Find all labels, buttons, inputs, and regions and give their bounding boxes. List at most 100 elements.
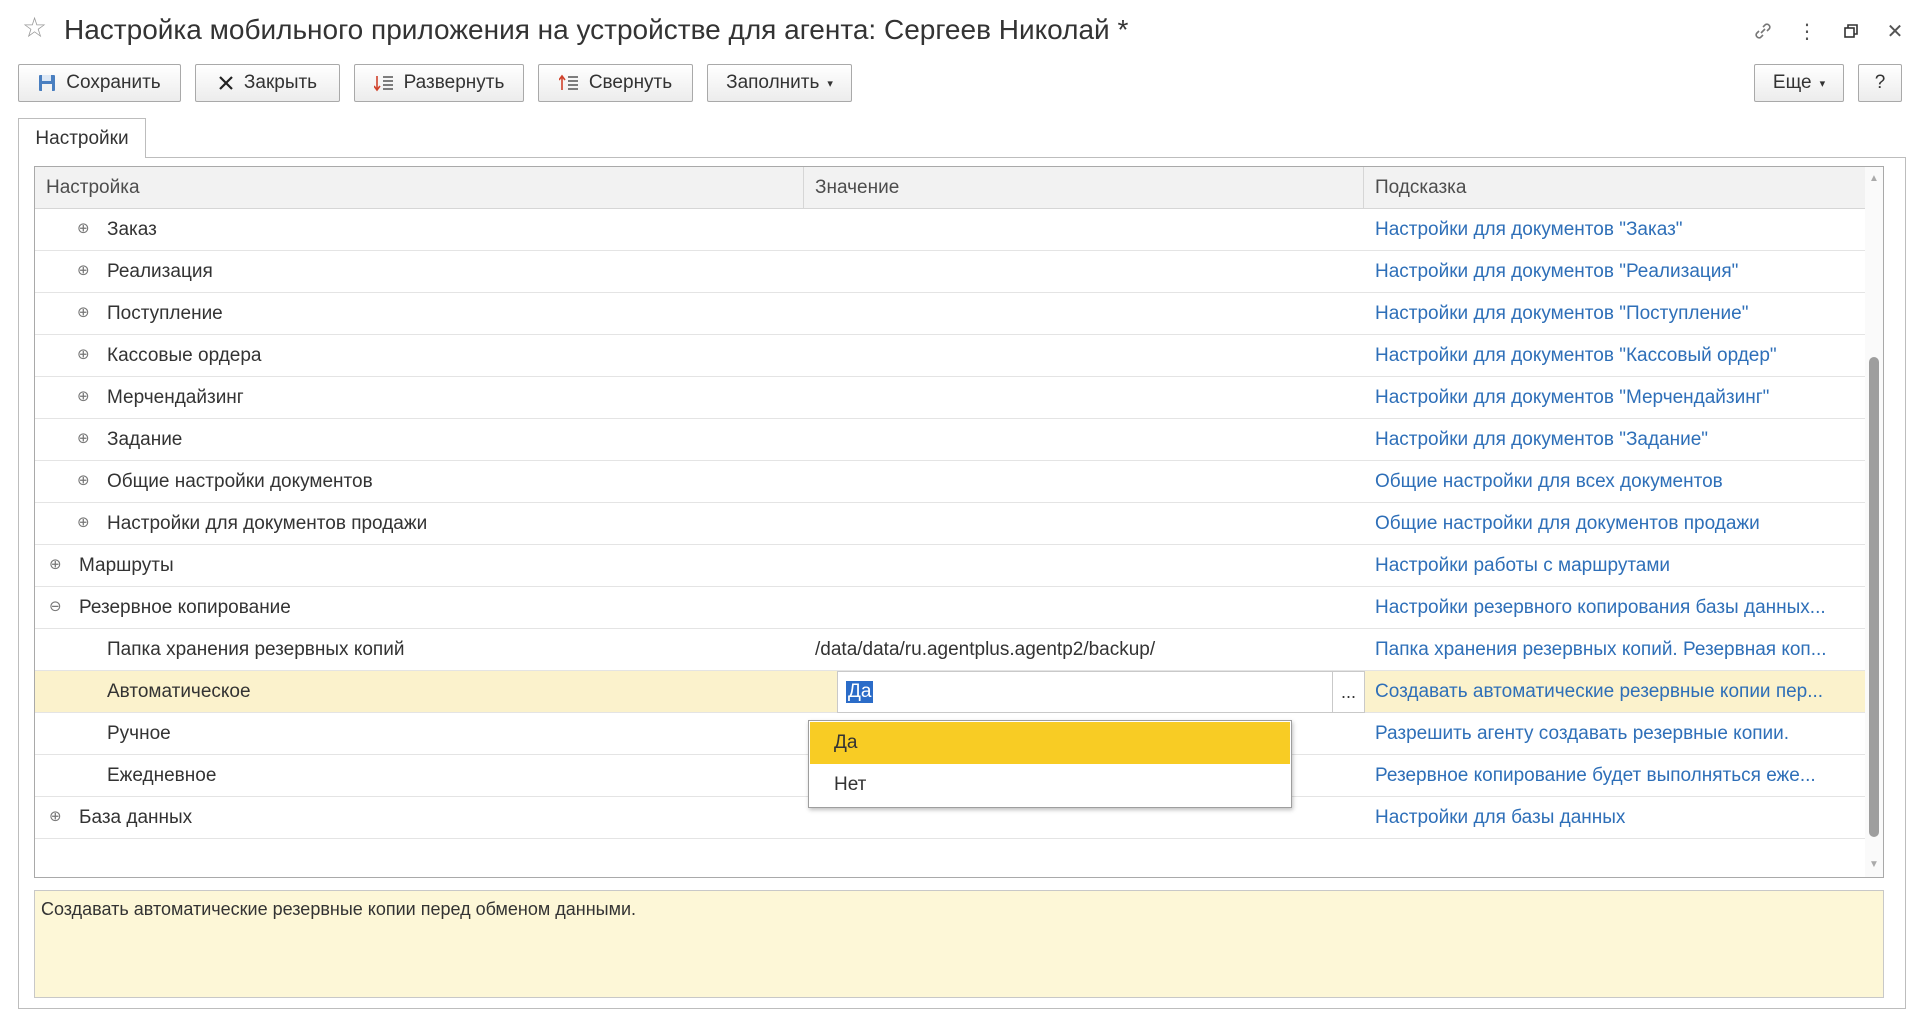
setting-value-cell[interactable] bbox=[815, 545, 1355, 587]
collapse-tree-icon bbox=[558, 74, 579, 92]
expand-plus-icon[interactable]: ⊕ bbox=[77, 347, 90, 362]
setting-hint-link[interactable]: Общие настройки для документов продажи bbox=[1375, 503, 1860, 545]
vertical-scrollbar[interactable]: ▲ ▼ bbox=[1865, 167, 1883, 877]
value-edit-text: Да bbox=[846, 681, 874, 703]
expand-button-label: Развернуть bbox=[403, 72, 505, 93]
expand-plus-icon[interactable]: ⊕ bbox=[77, 473, 90, 488]
setting-name-cell: Настройки для документов продажи bbox=[107, 513, 428, 534]
expand-button[interactable]: Развернуть bbox=[354, 64, 524, 102]
more-actions-icon[interactable]: ⋮ bbox=[1792, 16, 1822, 46]
scroll-down-arrow-icon[interactable]: ▼ bbox=[1869, 859, 1879, 870]
setting-value-cell[interactable] bbox=[815, 587, 1355, 629]
setting-hint-link[interactable]: Резервное копирование будет выполняться … bbox=[1375, 755, 1860, 797]
setting-name-cell: Реализация bbox=[107, 261, 213, 282]
expand-plus-icon[interactable]: ⊕ bbox=[49, 809, 62, 824]
help-button[interactable]: ? bbox=[1858, 64, 1902, 102]
fill-button[interactable]: Заполнить ▾ bbox=[707, 64, 852, 102]
dropdown-arrow-icon: ▾ bbox=[827, 77, 833, 90]
setting-name-cell: Заказ bbox=[107, 219, 157, 240]
column-header-hint[interactable]: Подсказка bbox=[1364, 167, 1865, 209]
restore-window-icon[interactable] bbox=[1836, 16, 1866, 46]
close-window-icon[interactable]: ✕ bbox=[1880, 16, 1910, 46]
collapse-button[interactable]: Свернуть bbox=[538, 64, 693, 102]
setting-hint-link[interactable]: Создавать автоматические резервные копии… bbox=[1375, 671, 1860, 713]
scrollbar-thumb[interactable] bbox=[1869, 357, 1879, 837]
favorite-star-icon[interactable]: ☆ bbox=[22, 14, 47, 42]
link-icon[interactable] bbox=[1748, 16, 1778, 46]
setting-value-cell[interactable] bbox=[815, 251, 1355, 293]
table-row[interactable]: ⊕ Маршруты Настройки работы с маршрутами bbox=[35, 545, 1865, 587]
save-button-label: Сохранить bbox=[66, 72, 161, 93]
setting-name-cell: Кассовые ордера bbox=[107, 345, 262, 366]
expand-plus-icon[interactable]: ⊕ bbox=[77, 305, 90, 320]
setting-value-cell[interactable] bbox=[815, 461, 1355, 503]
more-button-label: Еще bbox=[1772, 72, 1812, 93]
table-row[interactable]: ⊕ Задание Настройки для документов "Задани… bbox=[35, 419, 1865, 461]
table-row[interactable]: ⊕ Мерчендайзинг Настройки для документов "… bbox=[35, 377, 1865, 419]
setting-hint-link[interactable]: Настройки работы с маршрутами bbox=[1375, 545, 1860, 587]
column-header-setting[interactable]: Настройка bbox=[35, 167, 804, 209]
expand-plus-icon[interactable]: ⊕ bbox=[77, 431, 90, 446]
select-ellipsis-button[interactable]: ... bbox=[1332, 672, 1364, 712]
setting-hint-link[interactable]: Разрешить агенту создавать резервные коп… bbox=[1375, 713, 1860, 755]
setting-hint-link[interactable]: Общие настройки для всех документов bbox=[1375, 461, 1860, 503]
expand-plus-icon[interactable]: ⊕ bbox=[49, 557, 62, 572]
setting-name-cell: Маршруты bbox=[79, 555, 174, 576]
setting-hint-link[interactable]: Настройки для базы данных bbox=[1375, 797, 1860, 839]
setting-value-cell[interactable] bbox=[815, 209, 1355, 251]
grid-header: Настройка Значение Подсказка bbox=[35, 167, 1865, 209]
table-row[interactable]: ⊕ Заказ Настройки для документов "Заказ" bbox=[35, 209, 1865, 251]
table-row[interactable]: ⊕ Поступление Настройки для документов "По… bbox=[35, 293, 1865, 335]
table-row[interactable]: ⊕ Настройки для документов продажи Общие н… bbox=[35, 503, 1865, 545]
setting-value-cell[interactable]: /data/data/ru.agentplus.agentp2/backup/ bbox=[815, 629, 1355, 671]
column-header-value[interactable]: Значение bbox=[804, 167, 1364, 209]
expand-plus-icon[interactable]: ⊕ bbox=[77, 515, 90, 530]
setting-value-cell[interactable] bbox=[815, 503, 1355, 545]
close-button[interactable]: Закрыть bbox=[195, 64, 340, 102]
table-row[interactable]: ⊕ Общие настройки документов Общие настрой… bbox=[35, 461, 1865, 503]
collapse-minus-icon[interactable]: ⊖ bbox=[49, 599, 62, 614]
more-button[interactable]: Еще ▾ bbox=[1754, 64, 1844, 102]
expand-plus-icon[interactable]: ⊕ bbox=[77, 221, 90, 236]
table-row[interactable]: Автоматическое Да... Создавать автоматичес… bbox=[35, 671, 1865, 713]
setting-hint-link[interactable]: Настройки для документов "Заказ" bbox=[1375, 209, 1860, 251]
setting-value-cell[interactable] bbox=[815, 335, 1355, 377]
collapse-button-label: Свернуть bbox=[588, 72, 673, 93]
dropdown-option-no[interactable]: Нет bbox=[810, 764, 1290, 806]
dropdown-option-yes[interactable]: Да bbox=[810, 722, 1290, 764]
table-row[interactable]: ⊕ Реализация Настройки для документов "Реа… bbox=[35, 251, 1865, 293]
setting-hint-link[interactable]: Настройки для документов "Поступление" bbox=[1375, 293, 1860, 335]
setting-hint-link[interactable]: Настройки для документов "Реализация" bbox=[1375, 251, 1860, 293]
setting-name-cell: Поступление bbox=[107, 303, 223, 324]
window-title: Настройка мобильного приложения на устро… bbox=[64, 14, 1129, 45]
setting-value-cell[interactable] bbox=[815, 419, 1355, 461]
expand-plus-icon[interactable]: ⊕ bbox=[77, 389, 90, 404]
table-row[interactable]: Папка хранения резервных копий/data/data… bbox=[35, 629, 1865, 671]
setting-value-cell[interactable] bbox=[815, 293, 1355, 335]
scroll-up-arrow-icon[interactable]: ▲ bbox=[1869, 173, 1879, 184]
tab-settings[interactable]: Настройки bbox=[18, 118, 146, 158]
setting-hint-link[interactable]: Настройки для документов "Мерчендайзинг" bbox=[1375, 377, 1860, 419]
setting-hint-link[interactable]: Папка хранения резервных копий. Резервна… bbox=[1375, 629, 1860, 671]
value-edit-field[interactable]: Да... bbox=[837, 671, 1365, 713]
table-row[interactable]: ⊕ Кассовые ордера Настройки для документов… bbox=[35, 335, 1865, 377]
expand-tree-icon bbox=[373, 74, 394, 92]
setting-hint-link[interactable]: Настройки для документов "Задание" bbox=[1375, 419, 1860, 461]
dropdown-arrow-icon: ▾ bbox=[1819, 77, 1826, 90]
setting-name-cell: Мерчендайзинг bbox=[107, 387, 244, 408]
expand-plus-icon[interactable]: ⊕ bbox=[77, 263, 90, 278]
fill-button-label: Заполнить bbox=[726, 72, 820, 93]
setting-value-cell[interactable] bbox=[815, 377, 1355, 419]
save-button[interactable]: Сохранить bbox=[18, 64, 181, 102]
title-bar: ☆ Настройка мобильного приложения на уст… bbox=[0, 0, 1920, 60]
setting-name-cell: Задание bbox=[107, 429, 183, 450]
setting-name-cell: Ежедневное bbox=[107, 765, 217, 786]
table-row[interactable]: ⊖ Резервное копирование Настройки резервно… bbox=[35, 587, 1865, 629]
close-x-icon bbox=[218, 75, 234, 91]
setting-name-cell: Автоматическое bbox=[107, 681, 251, 702]
value-dropdown-list: Да Нет bbox=[808, 720, 1292, 808]
setting-hint-link[interactable]: Настройки резервного копирования базы да… bbox=[1375, 587, 1860, 629]
setting-name-cell: Резервное копирование bbox=[79, 597, 291, 618]
setting-hint-link[interactable]: Настройки для документов "Кассовый ордер… bbox=[1375, 335, 1860, 377]
toolbar: Сохранить Закрыть Развернуть Свернуть За… bbox=[18, 64, 1908, 102]
